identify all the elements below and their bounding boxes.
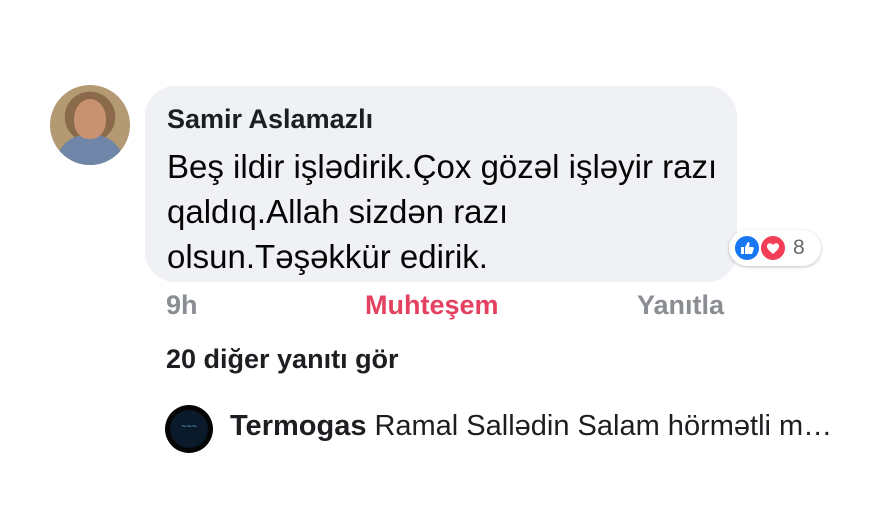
comment-text: Beş ildir işlədirik.Çox gözəl işləyir ra… bbox=[167, 148, 718, 275]
reply-author: Termogas bbox=[230, 410, 367, 442]
avatar-shirt bbox=[56, 135, 124, 165]
avatar-head bbox=[74, 99, 106, 139]
love-icon bbox=[759, 234, 787, 262]
comment-author[interactable]: Samir Aslamazlı bbox=[167, 104, 373, 135]
reaction-count: 8 bbox=[793, 236, 805, 259]
view-more-replies-link[interactable]: 20 diğer yanıtı gör bbox=[166, 344, 399, 375]
reply-author-avatar[interactable]: ~~~ bbox=[165, 405, 213, 453]
avatar-logo: ~~~ bbox=[181, 421, 197, 431]
reply-button[interactable]: Yanıtla bbox=[637, 290, 724, 321]
commenter-avatar[interactable] bbox=[50, 85, 130, 165]
reply-preview-text: Ramal Sallədin Salam hörmətli m… bbox=[374, 410, 833, 442]
comment-bubble: Samir Aslamazlı Beş ildir işlədirik.Çox … bbox=[145, 86, 737, 282]
reaction-button[interactable]: Muhteşem bbox=[365, 290, 499, 321]
comment-timestamp[interactable]: 9h bbox=[166, 290, 198, 321]
latest-reply-preview[interactable]: Termogas Ramal Sallədin Salam hörmətli m… bbox=[230, 410, 860, 443]
reaction-summary[interactable]: 8 bbox=[729, 230, 821, 266]
like-icon bbox=[733, 234, 761, 262]
